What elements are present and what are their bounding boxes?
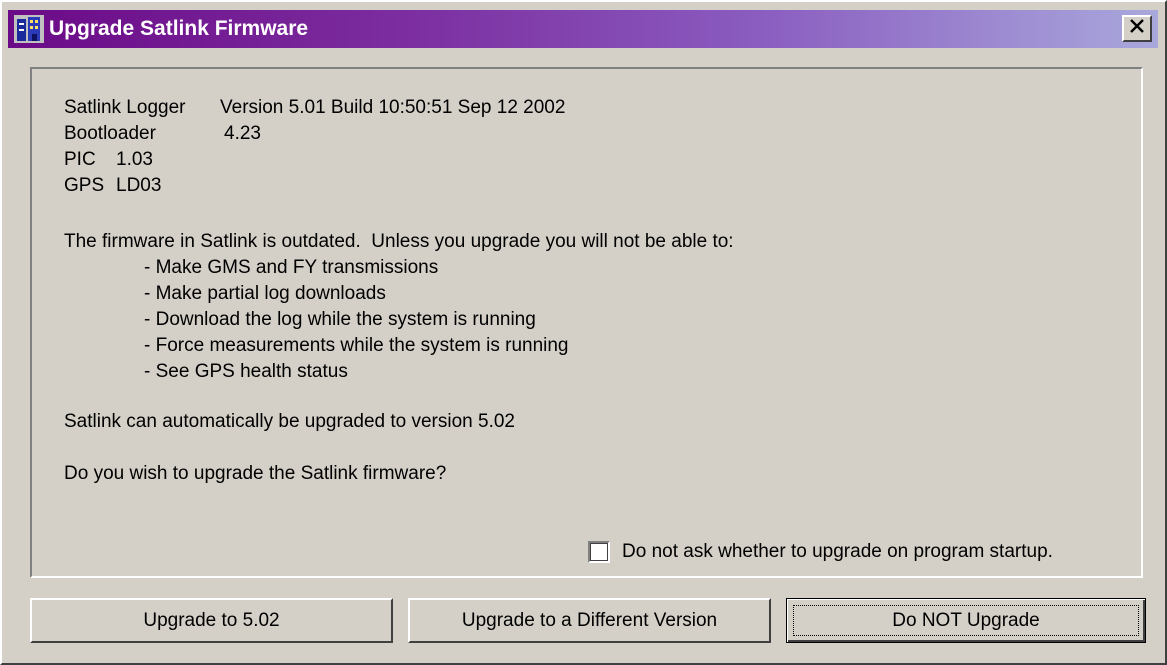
outdated-message: The firmware in Satlink is outdated. Unl… [64,231,734,252]
close-button[interactable] [1122,15,1152,42]
logger-version: Version 5.01 Build 10:50:51 Sep 12 2002 [220,97,566,118]
startup-ask-checkbox[interactable] [588,541,610,563]
do-not-upgrade-button-label: Do NOT Upgrade [892,609,1040,631]
list-item: - See GPS health status [144,361,348,382]
upgrade-question: Do you wish to upgrade the Satlink firmw… [64,463,447,484]
upgrade-different-version-button[interactable]: Upgrade to a Different Version [408,598,771,643]
list-item: - Make partial log downloads [144,283,386,304]
window-title: Upgrade Satlink Firmware [49,17,309,40]
dialog-window: Upgrade Satlink Firmware Satlink Logger … [0,0,1167,665]
gps-label: GPS [64,175,105,196]
bootloader-version: 4.23 [224,123,261,144]
pic-label: PIC [64,149,96,170]
upgrade-button-label: Upgrade to 5.02 [143,609,280,631]
app-icon [14,15,44,43]
title-bar[interactable]: Upgrade Satlink Firmware [8,10,1158,48]
do-not-upgrade-button[interactable]: Do NOT Upgrade [786,598,1146,643]
startup-ask-checkbox-row[interactable]: Do not ask whether to upgrade on program… [588,538,1053,566]
list-item: - Force measurements while the system is… [144,335,569,356]
logger-label: Satlink Logger [64,97,186,118]
gps-version: LD03 [116,175,162,196]
upgrade-different-button-label: Upgrade to a Different Version [461,609,718,631]
auto-upgrade-text: Satlink can automatically be upgraded to… [64,411,515,432]
upgrade-button[interactable]: Upgrade to 5.02 [30,598,393,643]
checkbox-label: Do not ask whether to upgrade on program… [622,541,1053,562]
list-item: - Make GMS and FY transmissions [144,257,439,278]
list-item: - Download the log while the system is r… [144,309,536,330]
pic-version: 1.03 [116,149,153,170]
close-icon [1129,19,1145,38]
bootloader-label: Bootloader [64,123,156,144]
